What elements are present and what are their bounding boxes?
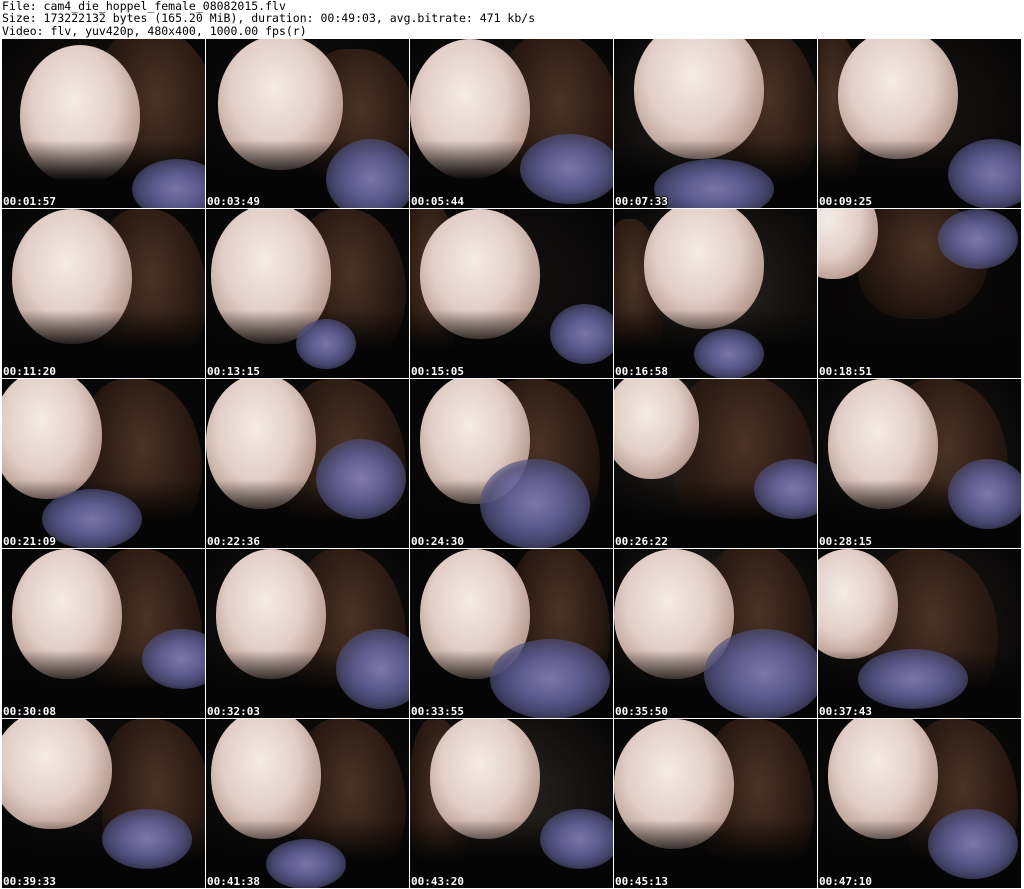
thumbnail-timestamp: 00:13:15 — [207, 365, 260, 378]
thumbnail-timestamp: 00:09:25 — [819, 195, 872, 208]
video-thumbnail: 00:41:38 — [206, 719, 409, 888]
video-thumbnail: 00:39:33 — [2, 719, 205, 888]
video-thumbnail: 00:03:49 — [206, 39, 409, 208]
thumbnail-grid: 00:01:57 00:03:49 00:05:44 00:07:33 00:09:25… — [2, 39, 1023, 889]
tattoo-region — [316, 439, 406, 519]
face-region — [2, 719, 112, 829]
tattoo-region — [704, 629, 817, 718]
thumbnail-timestamp: 00:37:43 — [819, 705, 872, 718]
tattoo-region — [266, 839, 346, 888]
tattoo-region — [490, 639, 610, 718]
tattoo-region — [540, 809, 613, 869]
file-size-line: Size: 173222132 bytes (165.20 MiB), dura… — [2, 11, 536, 26]
tattoo-region — [928, 809, 1018, 879]
thumbnail-timestamp: 00:33:55 — [411, 705, 464, 718]
video-thumbnail: 00:33:55 — [410, 549, 613, 718]
video-thumbnail: 00:11:20 — [2, 209, 205, 378]
thumbnail-timestamp: 00:15:05 — [411, 365, 464, 378]
thumbnail-timestamp: 00:30:08 — [3, 705, 56, 718]
thumbnail-timestamp: 00:03:49 — [207, 195, 260, 208]
thumbnail-timestamp: 00:16:58 — [615, 365, 668, 378]
tattoo-region — [858, 649, 968, 709]
video-thumbnail: 00:37:43 — [818, 549, 1021, 718]
tattoo-region — [480, 459, 590, 548]
video-thumbnail: 00:07:33 — [614, 39, 817, 208]
video-thumbnail: 00:01:57 — [2, 39, 205, 208]
thumbnail-timestamp: 00:18:51 — [819, 365, 872, 378]
video-thumbnail: 00:30:08 — [2, 549, 205, 718]
tattoo-region — [948, 139, 1021, 208]
tattoo-region — [948, 459, 1021, 529]
thumbnail-timestamp: 00:22:36 — [207, 535, 260, 548]
thumbnail-timestamp: 00:21:09 — [3, 535, 56, 548]
tattoo-region — [296, 319, 356, 369]
tattoo-region — [938, 209, 1018, 269]
video-thumbnail: 00:05:44 — [410, 39, 613, 208]
video-thumbnail: 00:15:05 — [410, 209, 613, 378]
video-thumbnail: 00:13:15 — [206, 209, 409, 378]
video-thumbnail: 00:26:22 — [614, 379, 817, 548]
tattoo-region — [42, 489, 142, 548]
video-thumbnail: 00:16:58 — [614, 209, 817, 378]
video-thumbnail: 00:47:10 — [818, 719, 1021, 888]
file-info-header: File: cam4_die_hoppel_female_08082015.fl… — [2, 0, 1022, 38]
thumbnail-timestamp: 00:07:33 — [615, 195, 668, 208]
video-thumbnail: 00:24:30 — [410, 379, 613, 548]
thumbnail-timestamp: 00:45:13 — [615, 875, 668, 888]
video-thumbnail: 00:45:13 — [614, 719, 817, 888]
thumbnail-timestamp: 00:41:38 — [207, 875, 260, 888]
video-thumbnail: 00:35:50 — [614, 549, 817, 718]
video-thumbnail: 00:32:03 — [206, 549, 409, 718]
video-thumbnail: 00:09:25 — [818, 39, 1021, 208]
thumbnail-timestamp: 00:05:44 — [411, 195, 464, 208]
thumbnail-timestamp: 00:39:33 — [3, 875, 56, 888]
thumbnail-timestamp: 00:28:15 — [819, 535, 872, 548]
video-thumbnail: 00:18:51 — [818, 209, 1021, 378]
thumbnail-timestamp: 00:24:30 — [411, 535, 464, 548]
video-thumbnail: 00:28:15 — [818, 379, 1021, 548]
video-thumbnail: 00:43:20 — [410, 719, 613, 888]
video-info-line: Video: flv, yuv420p, 480x400, 1000.00 fp… — [2, 23, 307, 38]
thumbnail-timestamp: 00:43:20 — [411, 875, 464, 888]
thumbnail-timestamp: 00:35:50 — [615, 705, 668, 718]
tattoo-region — [550, 304, 613, 364]
video-thumbnail: 00:22:36 — [206, 379, 409, 548]
thumbnail-timestamp: 00:01:57 — [3, 195, 56, 208]
video-thumbnail: 00:21:09 — [2, 379, 205, 548]
thumbnail-timestamp: 00:47:10 — [819, 875, 872, 888]
tattoo-region — [520, 134, 613, 204]
thumbnail-timestamp: 00:26:22 — [615, 535, 668, 548]
tattoo-region — [694, 329, 764, 378]
thumbnail-timestamp: 00:32:03 — [207, 705, 260, 718]
thumbnail-timestamp: 00:11:20 — [3, 365, 56, 378]
tattoo-region — [102, 809, 192, 869]
